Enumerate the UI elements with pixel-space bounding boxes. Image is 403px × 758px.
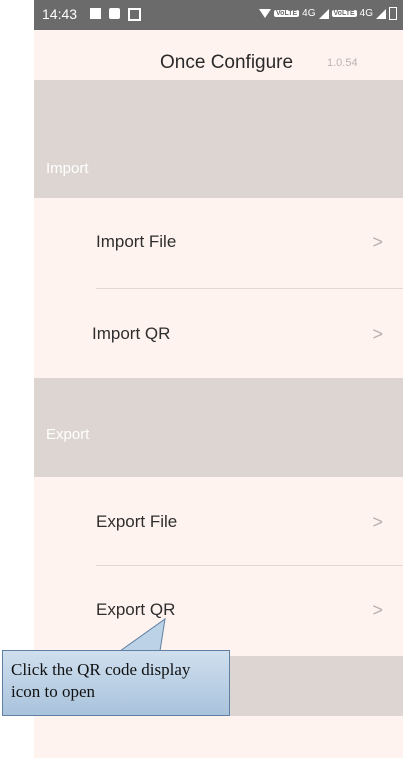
- page-title: Once Configure: [160, 52, 294, 73]
- image-icon: [90, 8, 101, 19]
- import-qr-label: Import QR: [92, 324, 171, 343]
- volte-badge: VoLTE: [274, 10, 300, 17]
- signal-icon-2: [376, 8, 386, 19]
- wifi-icon: [259, 9, 272, 18]
- annotation-callout: Click the QR code display icon to open: [2, 650, 230, 716]
- battery-icon: [389, 7, 397, 20]
- export-file-row[interactable]: Export File >: [34, 477, 403, 565]
- import-file-label: Import File: [96, 232, 177, 251]
- section-header-export: Export: [34, 378, 403, 477]
- chevron-right-icon: >: [372, 232, 383, 252]
- chevron-right-icon: >: [372, 512, 383, 532]
- section-label-export: Export: [46, 426, 90, 443]
- version-label: 1.0.54: [327, 57, 358, 69]
- export-qr-label: Export QR: [96, 600, 176, 619]
- callout-text-line-1: Click the QR code display: [11, 660, 191, 679]
- import-qr-row[interactable]: Import QR >: [34, 289, 403, 378]
- network-type-label: 4G: [302, 8, 316, 19]
- barcode-icon: [128, 8, 141, 21]
- system-icons: VoLTE 4G VoLTE 4G: [259, 7, 397, 20]
- callout-text-line-2: icon to open: [11, 682, 96, 701]
- chevron-right-icon: >: [372, 600, 383, 620]
- app-screen: 14:43 VoLTE 4G VoLTE 4G Once Configure 1…: [34, 0, 403, 758]
- export-qr-row[interactable]: Export QR >: [34, 566, 403, 656]
- section-label-import: Import: [46, 160, 89, 177]
- volte-badge-2: VoLTE: [331, 10, 357, 17]
- notification-icons: [90, 8, 141, 21]
- export-file-label: Export File: [96, 512, 178, 531]
- chevron-right-icon: >: [372, 324, 383, 344]
- section-header-import: Import: [34, 80, 403, 198]
- network-type-label-2: 4G: [359, 8, 373, 19]
- message-icon: [109, 8, 120, 19]
- import-file-row[interactable]: Import File >: [34, 198, 403, 288]
- status-bar: 14:43 VoLTE 4G VoLTE 4G: [34, 0, 403, 30]
- status-time: 14:43: [42, 6, 78, 22]
- signal-icon: [318, 8, 329, 19]
